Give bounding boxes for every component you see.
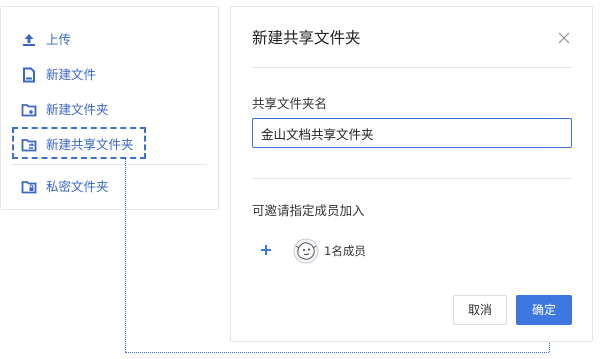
menu-item-new-shared-folder[interactable]: 新建共享文件夹 (1, 128, 218, 162)
connector-line (125, 159, 126, 352)
menu-item-private-folder[interactable]: 私密文件夹 (1, 170, 218, 204)
cancel-button[interactable]: 取消 (453, 295, 507, 325)
invite-label: 可邀请指定成员加入 (252, 203, 365, 218)
divider (252, 178, 572, 179)
dialog-title: 新建共享文件夹 (252, 29, 361, 47)
plus-icon (261, 245, 271, 255)
member-count: 1名成员 (324, 244, 366, 258)
folder-name-input[interactable] (252, 118, 572, 148)
new-folder-icon (21, 104, 37, 117)
menu-item-new-file[interactable]: 新建文件 (1, 58, 218, 92)
menu-divider (11, 164, 207, 165)
menu-item-label: 新建文件 (46, 67, 97, 82)
member-avatar (293, 238, 319, 264)
add-member-button[interactable] (255, 239, 277, 261)
upload-icon (23, 34, 35, 46)
menu-item-upload[interactable]: 上传 (1, 23, 218, 57)
private-folder-icon (21, 181, 37, 194)
connector-line (125, 352, 549, 353)
menu-item-new-folder[interactable]: 新建文件夹 (1, 93, 218, 127)
folder-name-label: 共享文件夹名 (252, 96, 328, 111)
menu-item-label: 新建共享文件夹 (46, 137, 134, 152)
confirm-button[interactable]: 确定 (516, 295, 572, 325)
new-shared-folder-icon (21, 139, 37, 152)
menu-item-label: 上传 (46, 32, 72, 47)
divider (252, 67, 572, 68)
close-icon[interactable] (558, 32, 570, 44)
menu-item-label: 私密文件夹 (46, 179, 109, 194)
new-file-icon (23, 67, 35, 83)
menu-item-label: 新建文件夹 (46, 102, 109, 117)
new-shared-folder-dialog: 新建共享文件夹 共享文件夹名 可邀请指定成员加入 1名成员 取消 确定 (230, 6, 593, 342)
new-menu: 上传 新建文件 新建文件夹 新建共享文件夹 私密文件夹 (0, 6, 219, 210)
